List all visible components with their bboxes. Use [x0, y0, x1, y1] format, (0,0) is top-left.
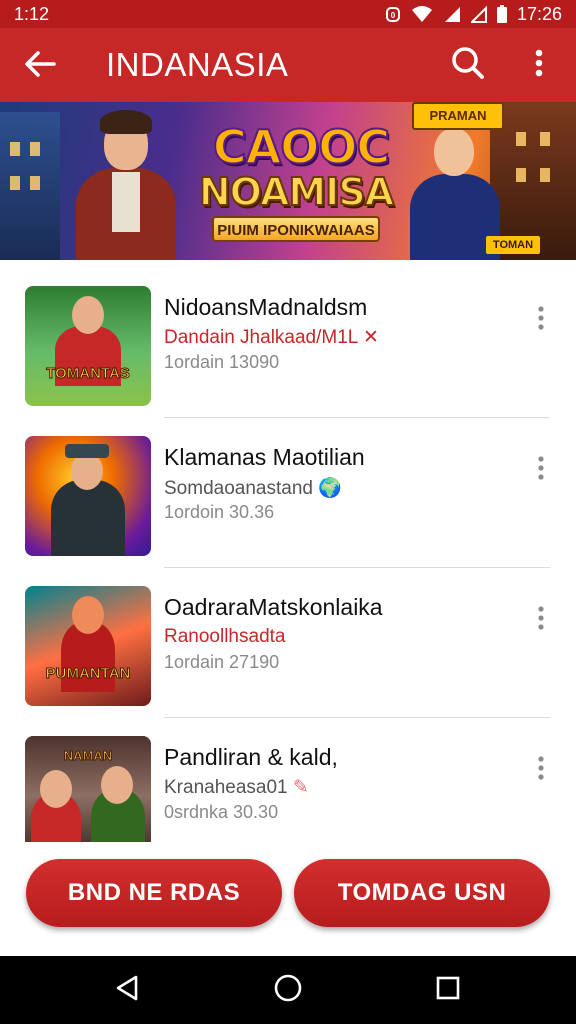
list-item[interactable]: PUMANTAN OadraraMatskonlaika Ranoollhsad…	[0, 560, 576, 718]
promo-banner[interactable]: PRAMAN CAOOC NOAMISA PIUIM IPONIKWAIAAS …	[0, 102, 576, 260]
banner-badge: PRAMAN	[412, 102, 504, 130]
game-meta: 1ordain 13090	[164, 352, 280, 372]
arrow-back-icon	[24, 50, 56, 83]
game-subtitle: Dandain Jhalkaad/M1L ✕	[164, 327, 379, 348]
game-subtitle: Kranaheasa01 ✎	[164, 777, 309, 798]
more-vert-icon	[538, 605, 544, 635]
overflow-menu-button[interactable]	[522, 45, 556, 85]
no-sim-icon	[470, 5, 487, 23]
banner-title-line2: NOAMISA	[198, 170, 395, 214]
banner-subtitle: PIUIM IPONIKWAIAAS	[212, 216, 380, 242]
search-icon	[451, 46, 485, 85]
circle-home-icon	[273, 973, 303, 1008]
system-navigation-bar	[0, 956, 576, 1024]
game-thumbnail-label: PUMANTAN	[45, 665, 131, 683]
nav-home-button[interactable]	[271, 973, 305, 1007]
game-meta: 1ordain 27190	[164, 652, 280, 672]
more-vert-icon	[538, 455, 544, 485]
alarm-icon: 0	[385, 5, 401, 23]
item-overflow-button[interactable]	[528, 752, 554, 788]
banner-hero-male	[66, 110, 186, 260]
game-meta: 1ordoin 30.36	[164, 502, 275, 522]
game-thumbnail: TOMANTAS	[25, 286, 151, 406]
wifi-icon	[411, 5, 433, 23]
game-list: TOMANTAS NidoansMadnaldsm Dandain Jhalka…	[0, 260, 576, 842]
game-title: OadraraMatskonlaika	[164, 594, 383, 620]
game-subtitle: Ranoollhsadta	[164, 626, 286, 647]
status-bar: 1:12 0 17:26	[0, 0, 576, 28]
globe-icon: 🌍	[318, 478, 342, 499]
close-icon: ✕	[362, 327, 379, 348]
pencil-icon: ✎	[292, 777, 309, 798]
action-bar: BND NE RDAS TOMDAG USN	[0, 842, 576, 956]
nav-recents-button[interactable]	[431, 973, 465, 1007]
more-vert-icon	[538, 755, 544, 785]
game-thumbnail	[25, 436, 151, 556]
game-meta: 0srdnka 30.30	[164, 802, 279, 822]
app-title: INDANASIA	[106, 46, 289, 83]
battery-icon	[496, 5, 507, 23]
back-button[interactable]	[22, 48, 58, 84]
nav-back-button[interactable]	[110, 973, 144, 1007]
list-item[interactable]: Klamanas Maotilian Somdaoanastand 🌍 1ord…	[0, 410, 576, 568]
banner-corner-label: TOMAN	[486, 236, 540, 254]
search-button[interactable]	[448, 45, 488, 85]
game-thumbnail: PUMANTAN	[25, 586, 151, 706]
game-title: Pandliran & kald,	[164, 744, 338, 770]
game-thumbnail: NAMAN	[25, 736, 151, 842]
svg-text:0: 0	[391, 11, 396, 20]
game-subtitle: Somdaoanastand 🌍	[164, 478, 342, 499]
more-vert-icon	[538, 305, 544, 335]
game-thumbnail-label: TOMANTAS	[46, 365, 131, 383]
game-title: NidoansMadnaldsm	[164, 294, 368, 320]
game-title: Klamanas Maotilian	[164, 444, 365, 470]
app-bar: INDANASIA	[0, 28, 576, 102]
list-item[interactable]: TOMANTAS NidoansMadnaldsm Dandain Jhalka…	[0, 260, 576, 418]
status-time-left: 1:12	[14, 3, 50, 24]
primary-action-right-button[interactable]: TOMDAG USN	[294, 859, 550, 927]
primary-action-left-button[interactable]: BND NE RDAS	[26, 859, 282, 927]
banner-title-line1: CAOOC	[212, 120, 391, 174]
list-item[interactable]: NAMAN Pandliran & kald, Kranaheasa01 ✎ 0…	[0, 710, 576, 842]
status-time-right: 17:26	[516, 3, 562, 24]
triangle-back-icon	[114, 974, 140, 1007]
item-overflow-button[interactable]	[528, 302, 554, 338]
more-vert-icon	[535, 49, 543, 82]
game-thumbnail-label: NAMAN	[63, 748, 113, 764]
square-recents-icon	[435, 975, 461, 1006]
item-overflow-button[interactable]	[528, 452, 554, 488]
item-overflow-button[interactable]	[528, 602, 554, 638]
status-icons: 0 17:26	[385, 4, 562, 25]
signal-icon	[443, 5, 461, 23]
